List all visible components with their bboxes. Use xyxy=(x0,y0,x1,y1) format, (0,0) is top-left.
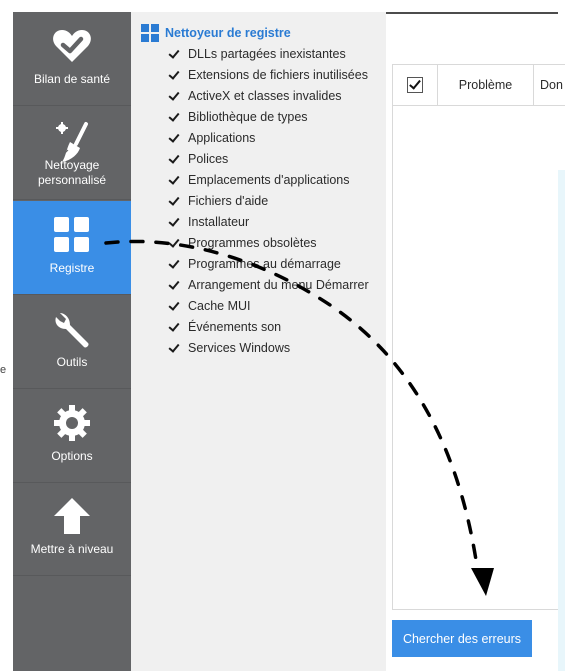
sidebar: Bilan de santé Nettoyage personnalisé Re… xyxy=(13,12,131,671)
registry-option-label: Fichiers d'aide xyxy=(188,194,269,208)
registry-option-label: Événements son xyxy=(188,320,282,334)
registry-option[interactable]: Programmes obsolètes xyxy=(168,233,317,253)
registry-option[interactable]: Programmes au démarrage xyxy=(168,254,341,274)
edge-text: e xyxy=(0,364,7,376)
registry-option-label: Applications xyxy=(188,131,256,145)
sidebar-item-label: Registre xyxy=(49,261,95,275)
select-all-checkbox[interactable] xyxy=(407,77,423,93)
sidebar-item-health[interactable]: Bilan de santé xyxy=(13,12,131,106)
sidebar-item-options[interactable]: Options xyxy=(13,389,131,483)
registry-option[interactable]: Extensions de fichiers inutilisées xyxy=(168,65,368,85)
registry-option-label: Programmes au démarrage xyxy=(188,257,341,271)
left-edge xyxy=(0,0,13,671)
column-header-problem[interactable]: Problème xyxy=(438,78,533,92)
broom-icon xyxy=(13,120,131,162)
grid-icon xyxy=(13,215,131,255)
sidebar-item-upgrade[interactable]: Mettre à niveau xyxy=(13,482,131,576)
checkbox-checked-icon[interactable] xyxy=(168,321,180,333)
registry-option-label: Extensions de fichiers inutilisées xyxy=(188,68,368,82)
checkbox-checked-icon[interactable] xyxy=(168,342,180,354)
checkbox-checked-icon[interactable] xyxy=(168,174,180,186)
registry-option[interactable]: Arrangement du menu Démarrer xyxy=(168,275,369,295)
checkbox-checked-icon[interactable] xyxy=(168,132,180,144)
checkbox-checked-icon[interactable] xyxy=(168,153,180,165)
top-border xyxy=(386,12,558,14)
registry-option[interactable]: Installateur xyxy=(168,212,249,232)
checkbox-checked-icon[interactable] xyxy=(168,216,180,228)
checkbox-checked-icon[interactable] xyxy=(168,258,180,270)
arrow-up-icon xyxy=(13,496,131,536)
checkbox-checked-icon[interactable] xyxy=(168,48,180,60)
results-table: Problème Don xyxy=(392,64,565,610)
registry-option[interactable]: Polices xyxy=(168,149,228,169)
checkbox-checked-icon[interactable] xyxy=(168,300,180,312)
checkbox-checked-icon[interactable] xyxy=(168,195,180,207)
registry-option-label: Programmes obsolètes xyxy=(188,236,317,250)
registry-option-label: DLLs partagées inexistantes xyxy=(188,47,346,61)
sidebar-item-custom-clean[interactable]: Nettoyage personnalisé xyxy=(13,106,131,200)
registry-option[interactable]: DLLs partagées inexistantes xyxy=(168,44,346,64)
checkbox-checked-icon[interactable] xyxy=(168,90,180,102)
checkbox-checked-icon[interactable] xyxy=(168,111,180,123)
registry-option-label: Polices xyxy=(188,152,229,166)
results-header: Problème Don xyxy=(393,65,565,106)
sidebar-item-label: Bilan de santé xyxy=(33,72,111,86)
registry-option[interactable]: Services Windows xyxy=(168,338,290,358)
checkbox-checked-icon[interactable] xyxy=(168,69,180,81)
registry-option[interactable]: Événements son xyxy=(168,317,281,337)
wrench-icon xyxy=(13,309,131,349)
registry-option-label: Cache MUI xyxy=(188,299,251,313)
registry-option-label: Arrangement du menu Démarrer xyxy=(188,278,369,292)
registry-option[interactable]: Cache MUI xyxy=(168,296,251,316)
sidebar-item-label: Nettoyage personnalisé xyxy=(37,158,107,187)
checkbox-checked-icon[interactable] xyxy=(168,279,180,291)
registry-option[interactable]: Fichiers d'aide xyxy=(168,191,268,211)
registry-option-label: ActiveX et classes invalides xyxy=(188,89,342,103)
registry-option-label: Services Windows xyxy=(188,341,291,355)
grid-icon xyxy=(141,24,159,42)
registry-option-label: Emplacements d'applications xyxy=(188,173,350,187)
column-header-data[interactable]: Don xyxy=(534,78,563,92)
registry-option[interactable]: Bibliothèque de types xyxy=(168,107,308,127)
scroll-region xyxy=(558,170,565,671)
registry-option[interactable]: Applications xyxy=(168,128,255,148)
registry-option[interactable]: Emplacements d'applications xyxy=(168,170,350,190)
sidebar-item-label: Outils xyxy=(56,355,88,369)
gear-icon xyxy=(13,403,131,443)
section-title[interactable]: Nettoyeur de registre xyxy=(141,24,291,42)
sidebar-item-label: Options xyxy=(51,449,93,463)
sidebar-item-registry[interactable]: Registre xyxy=(13,201,131,295)
heart-check-icon xyxy=(13,26,131,66)
sidebar-item-label: Mettre à niveau xyxy=(30,542,114,556)
registry-option-label: Bibliothèque de types xyxy=(188,110,308,124)
sidebar-item-tools[interactable]: Outils xyxy=(13,295,131,389)
registry-option[interactable]: ActiveX et classes invalides xyxy=(168,86,342,106)
checkbox-checked-icon[interactable] xyxy=(168,237,180,249)
registry-option-label: Installateur xyxy=(188,215,250,229)
scan-button[interactable]: Chercher des erreurs xyxy=(392,620,532,657)
section-title-label: Nettoyeur de registre xyxy=(165,26,291,40)
